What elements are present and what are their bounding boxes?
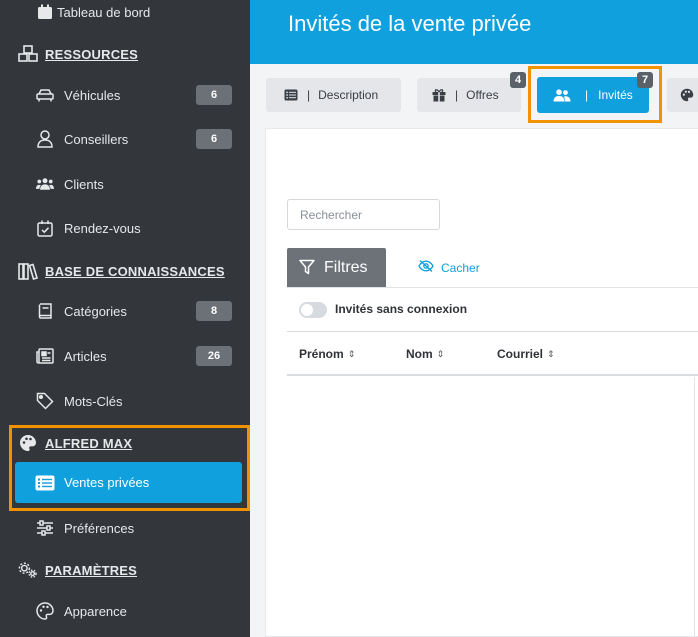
tab-separator: |	[585, 88, 589, 102]
tab-separator: |	[307, 88, 311, 102]
users-icon	[553, 87, 571, 103]
column-label: Prénom	[299, 347, 344, 361]
palette-icon	[18, 433, 38, 453]
sidebar-item-label: Mots-Clés	[64, 393, 123, 409]
sidebar-item-categories[interactable]: Catégories 8	[0, 291, 250, 331]
tag-icon	[36, 392, 54, 410]
content-card: Filtres Cacher Invités sans connexion Pr…	[265, 128, 698, 637]
sidebar-item-label: Catégories	[64, 303, 127, 319]
books-icon	[18, 261, 38, 281]
tab-separator: |	[455, 88, 459, 102]
hide-filters-link[interactable]: Cacher	[418, 260, 480, 275]
column-label: Courriel	[497, 347, 544, 361]
sidebar-item-label: Préférences	[64, 520, 135, 536]
column-label: Nom	[406, 347, 433, 361]
palette-icon	[679, 87, 695, 103]
section-label[interactable]: RESSOURCES	[45, 47, 138, 62]
sidebar-item-label: Tableau de bord	[57, 4, 151, 20]
car-icon	[36, 86, 54, 104]
filter-icon	[299, 259, 315, 275]
page-title: Invités de la vente privée	[288, 11, 532, 36]
calendar-check-icon	[36, 219, 54, 237]
section-base-de-connaissances: BASE DE CONNAISSANCES	[0, 256, 250, 286]
sort-icon: ⇕	[436, 348, 445, 359]
user-tie-icon	[36, 130, 54, 148]
sidebar-item-articles[interactable]: Articles 26	[0, 336, 250, 376]
book-icon	[36, 302, 54, 320]
table-header: Prénom ⇕ Nom ⇕ Courriel ⇕	[287, 331, 698, 376]
sidebar-item-label: Véhicules	[64, 87, 121, 103]
tab-apparence[interactable]	[667, 78, 698, 112]
palette-icon	[36, 602, 54, 620]
sidebar: Tableau de bord RESSOURCES Véhicules 6 C…	[0, 0, 250, 637]
sidebar-item-vehicules[interactable]: Véhicules 6	[0, 75, 250, 115]
list-icon	[283, 87, 299, 103]
section-label[interactable]: PARAMÈTRES	[45, 563, 137, 578]
page-header: Invités de la vente privée	[250, 0, 698, 64]
sidebar-item-dashboard[interactable]: Tableau de bord	[0, 0, 250, 32]
section-alfred-max: ALFRED MAX	[0, 428, 250, 458]
tab-invites[interactable]: | Invités	[537, 77, 649, 113]
section-ressources: RESSOURCES	[0, 39, 250, 69]
toggle-label: Invités sans connexion	[335, 302, 468, 316]
table-edge	[694, 377, 698, 636]
column-header-nom[interactable]: Nom ⇕	[406, 347, 444, 361]
sidebar-item-rendez-vous[interactable]: Rendez-vous	[0, 208, 250, 248]
column-header-prenom[interactable]: Prénom ⇕	[299, 347, 355, 361]
tab-label: Invités	[598, 88, 633, 102]
section-parametres: PARAMÈTRES	[0, 555, 250, 585]
count-badge: 6	[196, 129, 232, 149]
tab-count-badge: 7	[637, 72, 653, 88]
list-icon	[35, 474, 55, 492]
sidebar-item-apparence[interactable]: Apparence	[0, 591, 250, 631]
section-label[interactable]: BASE DE CONNAISSANCES	[45, 264, 225, 279]
eye-slash-icon	[418, 260, 434, 275]
toggle-knob	[301, 304, 313, 316]
sidebar-item-label: Conseillers	[64, 131, 129, 147]
tab-label: Offres	[466, 88, 499, 102]
cubes-icon	[18, 44, 38, 64]
sidebar-item-label: Clients	[64, 176, 104, 192]
sidebar-item-ventes-privees[interactable]: Ventes privées	[15, 462, 242, 503]
sidebar-item-label: Rendez-vous	[64, 220, 141, 236]
tab-description[interactable]: | Description	[266, 78, 401, 112]
users-icon	[36, 175, 54, 193]
newspaper-icon	[36, 347, 54, 365]
sidebar-item-mots-cles[interactable]: Mots-Clés	[0, 381, 250, 421]
sidebar-item-preferences[interactable]: Préférences	[0, 508, 250, 548]
search-input[interactable]	[287, 199, 440, 230]
sidebar-item-conseillers[interactable]: Conseillers 6	[0, 119, 250, 159]
cogs-icon	[18, 560, 38, 580]
column-header-courriel[interactable]: Courriel ⇕	[497, 347, 555, 361]
gift-icon	[431, 87, 447, 103]
count-badge: 8	[196, 301, 232, 321]
sliders-icon	[36, 519, 54, 537]
hide-label: Cacher	[441, 260, 480, 275]
sidebar-item-label: Articles	[64, 348, 107, 364]
tab-offres[interactable]: | Offres	[417, 78, 521, 112]
section-label[interactable]: ALFRED MAX	[45, 436, 132, 451]
sidebar-item-label: Ventes privées	[64, 475, 150, 490]
tab-label: Description	[318, 88, 379, 102]
filter-bar: Invités sans connexion	[287, 287, 698, 331]
filters-label: Filtres	[324, 258, 368, 276]
toggle-switch[interactable]	[299, 302, 327, 318]
sidebar-item-label: Apparence	[64, 603, 127, 619]
sort-icon: ⇕	[547, 348, 555, 359]
filters-button[interactable]: Filtres	[287, 248, 386, 287]
tab-count-badge: 4	[510, 72, 526, 88]
count-badge: 6	[196, 85, 232, 105]
sidebar-item-clients[interactable]: Clients	[0, 164, 250, 204]
calendar-icon	[36, 3, 54, 21]
count-badge: 26	[196, 346, 232, 366]
sort-icon: ⇕	[347, 348, 356, 359]
